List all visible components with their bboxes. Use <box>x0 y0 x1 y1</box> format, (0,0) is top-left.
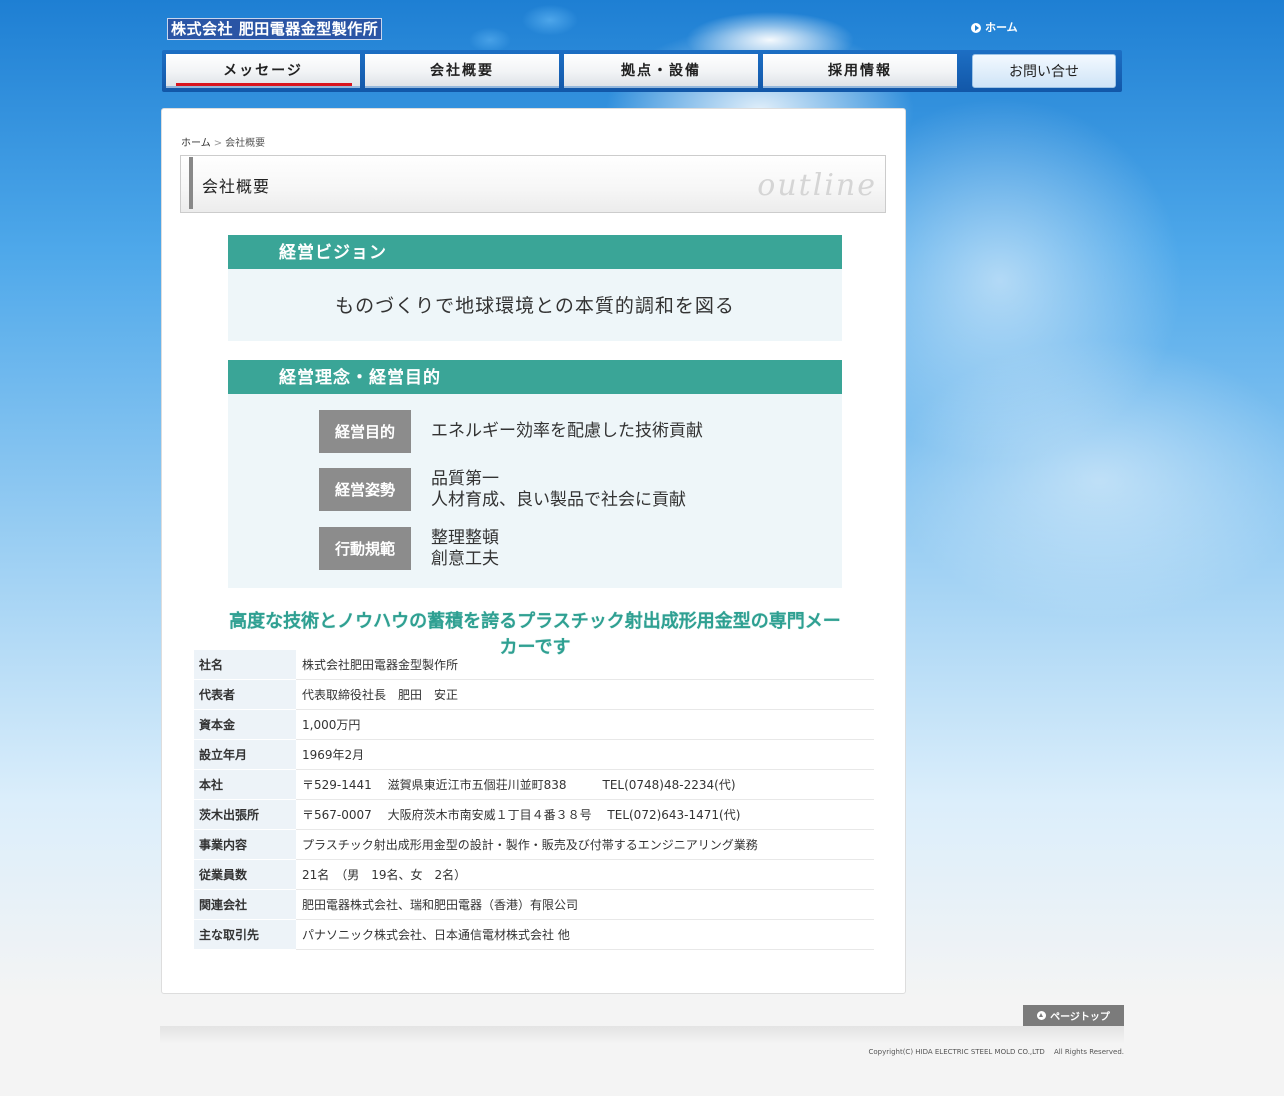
philosophy-text-line: 創意工夫 <box>431 548 499 569</box>
footer-divider <box>160 1026 1124 1044</box>
vision-statement: ものづくりで地球環境との本質的調和を図る <box>335 295 735 317</box>
philosophy-text: 整理整頓 創意工夫 <box>431 528 499 570</box>
info-key: 本社 <box>194 769 296 800</box>
philosophy-label: 経営姿勢 <box>319 468 411 511</box>
breadcrumb-home-link[interactable]: ホーム <box>181 138 211 149</box>
philosophy-heading: 経営理念・経営目的 <box>228 360 842 394</box>
info-key: 茨木出張所 <box>194 799 296 830</box>
page-title-english: outline <box>757 168 877 203</box>
info-value: 肥田電器株式会社、瑞和肥田電器（香港）有限公司 <box>296 889 874 920</box>
nav-item-facilities[interactable]: 拠点・設備 <box>564 54 758 88</box>
table-row: 関連会社 肥田電器株式会社、瑞和肥田電器（香港）有限公司 <box>194 889 874 920</box>
info-value: 1,000万円 <box>296 709 874 740</box>
philosophy-row: 行動規範 整理整頓 創意工夫 <box>319 527 499 570</box>
info-key: 主な取引先 <box>194 919 296 950</box>
philosophy-row: 経営姿勢 品質第一 人材育成、良い製品で社会に貢献 <box>319 468 686 511</box>
info-value: 代表取締役社長 肥田 安正 <box>296 679 874 710</box>
info-key: 従業員数 <box>194 859 296 890</box>
info-value: 1969年2月 <box>296 739 874 770</box>
info-key: 資本金 <box>194 709 296 740</box>
info-key: 事業内容 <box>194 829 296 860</box>
vision-block: 経営ビジョン ものづくりで地球環境との本質的調和を図る <box>228 235 842 341</box>
vision-heading: 経営ビジョン <box>228 235 842 269</box>
table-row: 社名 株式会社肥田電器金型製作所 <box>194 650 874 680</box>
table-row: 茨木出張所 〒567-0007 大阪府茨木市南安威１丁目４番３８号 TEL(072… <box>194 799 874 830</box>
info-value: 株式会社肥田電器金型製作所 <box>296 650 874 680</box>
philosophy-row: 経営目的 エネルギー効率を配慮した技術貢献 <box>319 410 703 453</box>
philosophy-text-line: 品質第一 <box>431 468 499 489</box>
info-value: 〒567-0007 大阪府茨木市南安威１丁目４番３８号 TEL(072)643-… <box>296 799 874 830</box>
arrow-circle-icon <box>971 23 981 33</box>
info-value: 〒529-1441 滋賀県東近江市五個荘川並町838 TEL(0748)48-2… <box>296 769 874 800</box>
info-value: パナソニック株式会社、日本通信電材株式会社 他 <box>296 919 874 950</box>
nav-item-message[interactable]: メッセージ <box>166 54 360 88</box>
header-home-link[interactable]: ホーム <box>971 20 1018 36</box>
table-row: 従業員数 21名 （男 19名、女 2名） <box>194 859 874 890</box>
table-row: 主な取引先 パナソニック株式会社、日本通信電材株式会社 他 <box>194 919 874 950</box>
content-panel: ホーム > 会社概要 会社概要 outline 経営ビジョン ものづくりで地球環境と… <box>161 108 906 994</box>
breadcrumb-separator: > <box>213 138 223 149</box>
page-title: 会社概要 <box>202 177 271 196</box>
header-home-label: ホーム <box>985 21 1018 34</box>
nav-item-recruit[interactable]: 採用情報 <box>763 54 957 88</box>
philosophy-label: 経営目的 <box>319 410 411 453</box>
info-value: プラスチック射出成形用金型の設計・製作・販売及び付帯するエンジニアリング業務 <box>296 829 874 860</box>
info-key: 代表者 <box>194 679 296 710</box>
philosophy-text-line: エネルギー効率を配慮した技術貢献 <box>431 421 703 441</box>
page-top-label: ページトップ <box>1050 1012 1110 1023</box>
title-accent-bar <box>189 157 193 209</box>
arrow-up-circle-icon <box>1037 1011 1047 1020</box>
info-key: 社名 <box>194 650 296 680</box>
page-top-button[interactable]: ページトップ <box>1023 1005 1124 1026</box>
philosophy-text-line: 整理整頓 <box>431 527 499 548</box>
table-row: 事業内容 プラスチック射出成形用金型の設計・製作・販売及び付帯するエンジニアリング… <box>194 829 874 860</box>
nav-item-outline[interactable]: 会社概要 <box>365 54 559 88</box>
page-title-box: 会社概要 outline <box>180 155 886 213</box>
info-key: 設立年月 <box>194 739 296 770</box>
philosophy-text: 品質第一 人材育成、良い製品で社会に貢献 <box>431 469 686 511</box>
nav-contact-button[interactable]: お問い合せ <box>972 54 1116 88</box>
table-row: 設立年月 1969年2月 <box>194 739 874 770</box>
company-info-table: 社名 株式会社肥田電器金型製作所 代表者 代表取締役社長 肥田 安正 資本金 1,00… <box>194 650 874 950</box>
table-row: 資本金 1,000万円 <box>194 709 874 740</box>
philosophy-text-line: 人材育成、良い製品で社会に貢献 <box>431 489 686 510</box>
breadcrumb: ホーム > 会社概要 <box>181 134 265 149</box>
table-row: 代表者 代表取締役社長 肥田 安正 <box>194 679 874 710</box>
philosophy-block: 経営理念・経営目的 経営目的 エネルギー効率を配慮した技術貢献 経営姿勢 品質第… <box>228 360 842 588</box>
copyright-text: Copyright(C) HIDA ELECTRIC STEEL MOLD CO… <box>868 1048 1125 1056</box>
philosophy-text: エネルギー効率を配慮した技術貢献 <box>431 421 703 442</box>
company-logo[interactable]: 株式会社 肥田電器金型製作所 <box>167 18 383 40</box>
table-row: 本社 〒529-1441 滋賀県東近江市五個荘川並町838 TEL(0748)48… <box>194 769 874 800</box>
info-value: 21名 （男 19名、女 2名） <box>296 859 874 890</box>
global-nav: メッセージ 会社概要 拠点・設備 採用情報 お問い合せ <box>162 50 1122 92</box>
philosophy-label: 行動規範 <box>319 527 411 570</box>
breadcrumb-current: 会社概要 <box>225 138 266 149</box>
info-key: 関連会社 <box>194 889 296 920</box>
